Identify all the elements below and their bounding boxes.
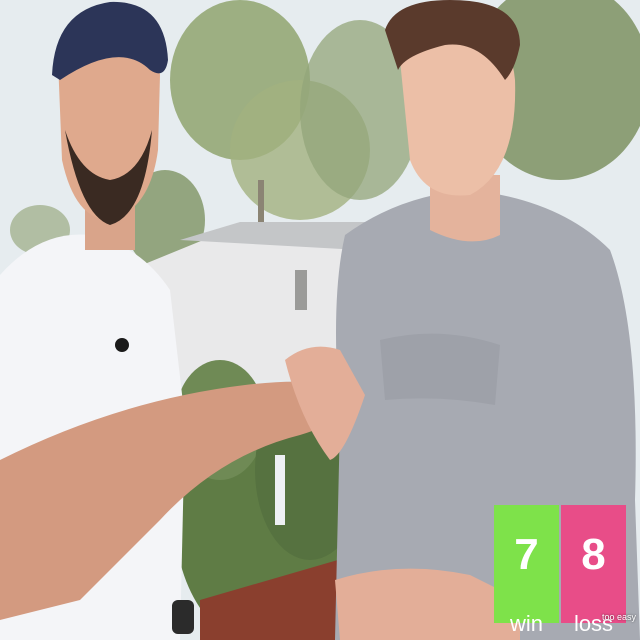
win-count: 7 (514, 530, 539, 579)
loss-count: 8 (581, 530, 606, 579)
win-label: win (509, 611, 543, 636)
loss-score-box: 8 loss (561, 505, 626, 635)
watermark-text: too easy (601, 612, 636, 622)
win-score-box: 7 win (494, 505, 559, 635)
